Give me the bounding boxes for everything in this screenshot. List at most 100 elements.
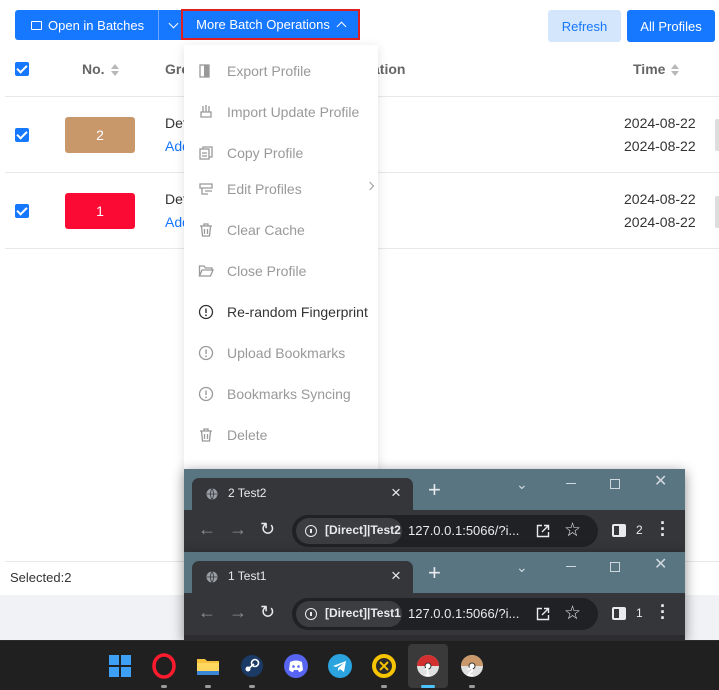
open-in-batches-button[interactable]: Open in Batches bbox=[15, 10, 159, 40]
row-checkbox[interactable] bbox=[15, 204, 29, 218]
menu-item-export-profile[interactable]: Export Profile bbox=[184, 57, 378, 85]
side-panel-icon[interactable] bbox=[612, 607, 626, 620]
menu-item-upload-bookmarks[interactable]: Upload Bookmarks bbox=[184, 339, 378, 367]
menu-item-label: Upload Bookmarks bbox=[227, 345, 346, 361]
sort-icon[interactable] bbox=[110, 64, 119, 77]
import-icon bbox=[200, 105, 212, 118]
profile-1-label: 1 bbox=[424, 665, 431, 679]
side-panel-icon[interactable] bbox=[612, 524, 626, 537]
close-window-icon[interactable]: ✕ bbox=[654, 557, 667, 573]
profile-number: 2 bbox=[96, 127, 104, 143]
browser-title-bar[interactable]: 1 Test1 × + ⌄ ✕ bbox=[184, 552, 685, 593]
bookmark-star-icon[interactable]: ☆ bbox=[564, 519, 581, 542]
menu-item-label: Close Profile bbox=[227, 263, 307, 279]
minimize-icon[interactable] bbox=[566, 483, 576, 484]
row-action-button[interactable] bbox=[715, 196, 719, 228]
menu-kebab-icon[interactable]: · · · bbox=[660, 597, 666, 627]
menu-item-import-update-profile[interactable]: Import Update Profile bbox=[184, 98, 378, 126]
export-icon bbox=[199, 64, 210, 78]
menu-item-label: Bookmarks Syncing bbox=[227, 386, 351, 402]
tab-title: 2 Test2 bbox=[228, 486, 267, 500]
menu-item-delete[interactable]: Delete bbox=[184, 421, 378, 449]
chevron-down-icon bbox=[168, 18, 179, 28]
maximize-icon[interactable] bbox=[610, 562, 620, 572]
forward-icon[interactable]: → bbox=[229, 519, 247, 540]
row-action-button[interactable] bbox=[715, 119, 719, 151]
profile-count: 1 bbox=[636, 606, 643, 620]
minimize-icon[interactable] bbox=[566, 566, 576, 567]
menu-item-edit-profiles[interactable]: Edit Profiles bbox=[184, 175, 378, 203]
running-indicator bbox=[205, 685, 211, 688]
back-icon[interactable]: ← bbox=[198, 519, 216, 540]
running-indicator bbox=[249, 685, 255, 688]
running-indicator bbox=[161, 685, 167, 688]
browser-tab[interactable]: 2 Test2 × bbox=[192, 478, 413, 510]
browser-window-test1[interactable]: 1 Test1 × + ⌄ ✕ ← → ↻ [Direct]|Test1 127… bbox=[184, 552, 685, 640]
menu-kebab-icon[interactable]: · · · bbox=[660, 514, 666, 544]
all-profiles-button[interactable]: All Profiles bbox=[627, 10, 715, 42]
more-batch-operations-button[interactable]: More Batch Operations bbox=[181, 9, 360, 40]
info-icon[interactable] bbox=[305, 525, 317, 537]
menu-item-bookmarks-syncing[interactable]: Bookmarks Syncing bbox=[184, 380, 378, 408]
updated-time: 2024-08-22 bbox=[624, 214, 696, 230]
refresh-label: Refresh bbox=[561, 18, 608, 34]
url-text[interactable]: 127.0.0.1:5066/?i... bbox=[408, 606, 519, 621]
browser-title-bar[interactable]: 2 Test2 × + ⌄ ✕ bbox=[184, 469, 685, 510]
browser-window-test2[interactable]: 2 Test2 × + ⌄ ✕ ← → ↻ [Direct]|Test2 127… bbox=[184, 469, 685, 552]
menu-item-copy-profile[interactable]: Copy Profile bbox=[184, 139, 378, 167]
browser-tab[interactable]: 1 Test1 × bbox=[192, 561, 413, 593]
menu-item-label: Delete bbox=[227, 427, 268, 443]
reload-icon[interactable]: ↻ bbox=[260, 519, 275, 540]
refresh-button[interactable]: Refresh bbox=[548, 10, 621, 42]
running-indicator bbox=[381, 685, 387, 688]
menu-item-close-profile[interactable]: Close Profile bbox=[184, 257, 378, 285]
alert-circle-icon bbox=[198, 386, 214, 402]
new-tab-icon[interactable]: + bbox=[428, 562, 441, 584]
row-checkbox[interactable] bbox=[15, 128, 29, 142]
profile-number-badge[interactable]: 2 bbox=[65, 117, 135, 153]
close-tab-icon[interactable]: × bbox=[391, 566, 401, 586]
steam-icon[interactable] bbox=[239, 653, 265, 679]
proxy-chip[interactable]: [Direct]|Test2 bbox=[296, 518, 402, 544]
selected-count: Selected:2 bbox=[10, 570, 72, 585]
share-icon[interactable] bbox=[536, 607, 550, 621]
windows-start-icon[interactable] bbox=[107, 653, 133, 679]
new-tab-icon[interactable]: + bbox=[428, 479, 441, 501]
menu-item-label: Copy Profile bbox=[227, 145, 304, 161]
share-icon[interactable] bbox=[536, 524, 550, 538]
created-time: 2024-08-22 bbox=[624, 115, 696, 131]
globe-icon bbox=[206, 488, 218, 500]
select-all-checkbox[interactable] bbox=[15, 62, 29, 76]
close-window-icon[interactable]: ✕ bbox=[654, 474, 667, 490]
file-explorer-icon[interactable] bbox=[195, 653, 221, 679]
reload-icon[interactable]: ↻ bbox=[260, 602, 275, 623]
proxy-chip[interactable]: [Direct]|Test1 bbox=[296, 601, 402, 627]
menu-item-re-random-fingerprint[interactable]: Re-random Fingerprint bbox=[184, 298, 378, 326]
column-header-no[interactable]: No. bbox=[82, 61, 119, 77]
trash-icon bbox=[200, 223, 212, 237]
info-icon[interactable] bbox=[305, 608, 317, 620]
sort-icon[interactable] bbox=[671, 64, 680, 77]
telegram-icon[interactable] bbox=[327, 653, 353, 679]
more-batch-operations-label: More Batch Operations bbox=[196, 17, 330, 32]
discord-icon[interactable] bbox=[283, 653, 309, 679]
address-bar[interactable]: [Direct]|Test2 127.0.0.1:5066/?i... ☆ bbox=[292, 515, 598, 547]
menu-item-clear-cache[interactable]: Clear Cache bbox=[184, 216, 378, 244]
tab-search-chevron-icon[interactable]: ⌄ bbox=[516, 477, 528, 491]
close-tab-icon[interactable]: × bbox=[391, 483, 401, 503]
forward-icon[interactable]: → bbox=[229, 602, 247, 623]
column-header-time[interactable]: Time bbox=[633, 61, 680, 77]
back-icon[interactable]: ← bbox=[198, 602, 216, 623]
menu-item-label: Import Update Profile bbox=[227, 104, 360, 120]
maximize-icon[interactable] bbox=[610, 479, 620, 489]
opera-icon[interactable] bbox=[151, 653, 177, 679]
running-indicator bbox=[469, 685, 475, 688]
profile-number-badge[interactable]: 1 bbox=[65, 193, 135, 229]
url-text[interactable]: 127.0.0.1:5066/?i... bbox=[408, 523, 519, 538]
address-bar[interactable]: [Direct]|Test1 127.0.0.1:5066/?i... ☆ bbox=[292, 598, 598, 630]
bookmark-star-icon[interactable]: ☆ bbox=[564, 602, 581, 625]
active-indicator bbox=[421, 685, 435, 688]
tab-search-chevron-icon[interactable]: ⌄ bbox=[516, 560, 528, 574]
edit-icon bbox=[199, 183, 213, 195]
ix-icon[interactable] bbox=[371, 653, 397, 679]
